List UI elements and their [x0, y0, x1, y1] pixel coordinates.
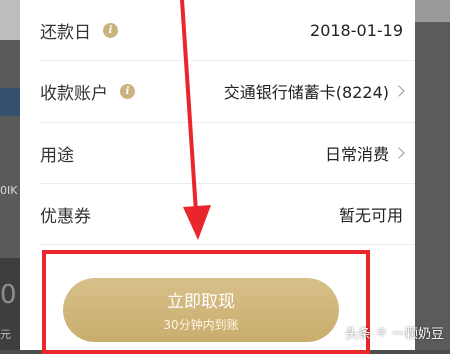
arrow-head — [183, 205, 211, 240]
arrow-shaft — [180, 0, 198, 213]
watermark-source: 头条 — [344, 327, 371, 342]
annotation-arrow-icon — [180, 0, 211, 240]
watermark-author: 一颗奶豆 — [391, 327, 444, 342]
watermark: 头条 @ 一颗奶豆 — [345, 323, 444, 342]
at-icon: @ — [373, 325, 389, 340]
